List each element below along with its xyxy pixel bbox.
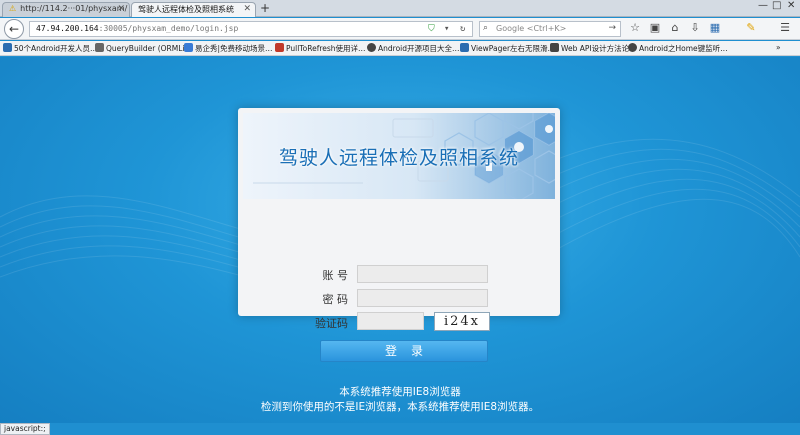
account-label: 账 号 <box>322 269 349 282</box>
navigation-bar: ← 47.94.200.164:30005/physxam_demo/login… <box>0 18 800 40</box>
bookmark-item[interactable]: ViewPager左右无限滑… <box>460 43 555 54</box>
download-icon[interactable]: ⇩ <box>688 21 702 35</box>
browser-recommend-notice: 本系统推荐使用IE8浏览器 <box>339 386 461 398</box>
warning-icon: ⚠ <box>9 4 17 13</box>
close-window-button[interactable]: ✕ <box>787 0 795 11</box>
bookmark-favicon-icon <box>367 43 376 52</box>
menu-icon[interactable]: ☰ <box>778 21 792 35</box>
bookmark-item[interactable]: 易企秀|免费移动场景… <box>184 43 273 54</box>
close-tab-icon[interactable]: ✕ <box>117 4 125 14</box>
bookmark-favicon-icon <box>184 43 193 52</box>
bookmark-favicon-icon <box>95 43 104 52</box>
dropdown-icon[interactable]: ▾ <box>444 24 449 34</box>
pen-icon[interactable]: ✎ <box>744 21 758 35</box>
bookmark-item[interactable]: PullToRefresh使用详… <box>275 43 366 54</box>
bookmark-favicon-icon <box>628 43 637 52</box>
bookmark-favicon-icon <box>275 43 284 52</box>
status-bar: javascript:; <box>0 423 800 435</box>
banner-title: 驾驶人远程体检及照相系统 <box>278 147 519 169</box>
password-input[interactable] <box>357 289 488 307</box>
login-card: 驾驶人远程体检及照相系统 <box>238 108 560 316</box>
bookmark-item[interactable]: Web API设计方法论 <box>550 43 629 54</box>
tab-label: 驾驶人远程体检及照相系统 <box>138 5 234 14</box>
bookmark-item[interactable]: QueryBuilder (ORMLi… <box>95 43 192 53</box>
reading-list-icon[interactable]: ▣ <box>648 21 662 35</box>
address-bar[interactable]: 47.94.200.164:30005/physxam_demo/login.j… <box>29 21 473 37</box>
bookmark-favicon-icon <box>550 43 559 52</box>
bookmark-favicon-icon <box>3 43 12 52</box>
bookmark-item[interactable]: 50个Android开发人员… <box>3 43 98 54</box>
tab-login[interactable]: 驾驶人远程体检及照相系统 ✕ <box>131 2 256 17</box>
bookmarks-overflow-icon[interactable]: » <box>776 43 781 52</box>
captcha-label: 验证码 <box>315 317 348 330</box>
password-label: 密 码 <box>322 293 349 306</box>
url-host: 47.94.200.164 <box>36 24 99 33</box>
home-icon[interactable]: ⌂ <box>668 21 682 35</box>
reload-icon[interactable]: ↻ <box>460 24 465 34</box>
search-go-icon[interactable]: → <box>608 23 616 33</box>
browser-detect-notice: 检测到你使用的不是IE浏览器，本系统推荐使用IE8浏览器。 <box>260 401 540 413</box>
arrow-left-icon: ← <box>8 22 20 36</box>
minimize-button[interactable]: — <box>758 0 768 11</box>
search-placeholder: Google <Ctrl+K> <box>496 24 567 33</box>
login-button[interactable]: 登录 <box>320 340 488 362</box>
tab-physxam[interactable]: ⚠ http://114.2···01/physxam/ ✕ <box>2 2 130 17</box>
bookmarks-bar: 50个Android开发人员… QueryBuilder (ORMLi… 易企秀… <box>0 41 800 56</box>
bookmark-star-icon[interactable]: ☆ <box>628 21 642 35</box>
account-input[interactable] <box>357 265 488 283</box>
close-tab-icon[interactable]: ✕ <box>243 4 251 14</box>
new-tab-button[interactable]: + <box>260 1 270 15</box>
maximize-button[interactable]: □ <box>772 0 781 11</box>
bookmark-favicon-icon <box>460 43 469 52</box>
shield-icon[interactable]: ⛉ <box>428 24 435 34</box>
login-banner: 驾驶人远程体检及照相系统 <box>243 113 555 199</box>
back-button[interactable]: ← <box>4 19 24 39</box>
tab-bar: ⚠ http://114.2···01/physxam/ ✕ 驾驶人远程体检及照相… <box>0 0 800 17</box>
captcha-image[interactable]: i24x <box>434 312 490 331</box>
search-icon: ⌕ <box>483 23 489 33</box>
url-path: :30005/physxam_demo/login.jsp <box>98 24 239 33</box>
tab-label: http://114.2···01/physxam/ <box>20 4 128 13</box>
captcha-input[interactable] <box>357 312 424 330</box>
extension-icon[interactable]: ▦ <box>708 21 722 35</box>
bookmark-item[interactable]: Android开源项目大全… <box>367 43 460 54</box>
status-text: javascript:; <box>0 423 50 435</box>
bookmark-item[interactable]: Android之Home键监听… <box>628 43 728 54</box>
search-box[interactable]: ⌕ Google <Ctrl+K> → <box>479 21 621 37</box>
